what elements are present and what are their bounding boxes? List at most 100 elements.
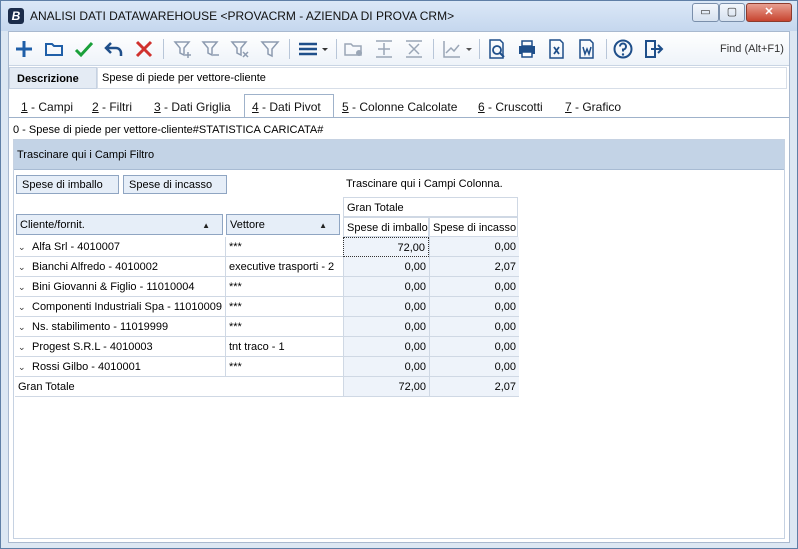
tab-key: 5 <box>342 100 349 114</box>
chevron-down-icon[interactable]: ⌄ <box>18 302 32 313</box>
value-incasso-cell[interactable]: 2,07 <box>429 257 519 277</box>
open-folder-icon[interactable] <box>43 38 65 60</box>
table-row[interactable]: ⌄ Progest S.R.L - 4010003 tnt traco - 1 0,0… <box>15 337 519 357</box>
row-cliente-cell[interactable]: ⌄ Bianchi Alfredo - 4010002 <box>15 257 225 277</box>
filter-add-icon[interactable] <box>172 38 194 60</box>
value-incasso-cell[interactable]: 0,00 <box>429 297 519 317</box>
grand-total-row: Gran Totale 72,00 2,07 <box>15 377 519 397</box>
data-field-spese-incasso[interactable]: Spese di incasso <box>123 175 227 194</box>
row-header-label: Vettore <box>230 219 265 231</box>
total-incasso-cell[interactable]: 2,07 <box>429 377 519 397</box>
table-row[interactable]: ⌄ Bini Giovanni & Figlio - 11010004 *** 0,0… <box>15 277 519 297</box>
print-preview-icon[interactable] <box>486 38 508 60</box>
row-vettore-cell[interactable]: *** <box>225 317 343 337</box>
menu-lines-icon[interactable] <box>297 38 331 60</box>
value-imballo-cell[interactable]: 0,00 <box>343 277 429 297</box>
close-button[interactable]: ✕ <box>746 3 792 22</box>
tab-colonne-calcolate[interactable]: 5 - Colonne Calcolate <box>342 97 457 117</box>
row-cliente-cell[interactable]: ⌄ Ns. stabilimento - 11019999 <box>15 317 225 337</box>
description-row: Descrizione Spese di piede per vettore-c… <box>9 67 789 89</box>
undo-icon[interactable] <box>103 38 125 60</box>
chevron-down-icon[interactable]: ⌄ <box>18 242 32 253</box>
value-imballo-cell[interactable]: 0,00 <box>343 357 429 377</box>
folder-settings-icon[interactable] <box>343 38 365 60</box>
remove-row-icon[interactable] <box>403 38 425 60</box>
filter-icon[interactable] <box>259 38 281 60</box>
row-vettore-cell[interactable]: *** <box>225 237 343 257</box>
chevron-down-icon[interactable]: ⌄ <box>18 262 32 273</box>
delete-x-icon[interactable] <box>133 38 155 60</box>
value-incasso-cell[interactable]: 0,00 <box>429 357 519 377</box>
tab-cruscotti[interactable]: 6 - Cruscotti <box>478 97 543 117</box>
confirm-check-icon[interactable] <box>73 38 95 60</box>
tab-label: - Grafico <box>571 100 622 114</box>
tab-filtri[interactable]: 2 - Filtri <box>92 97 132 117</box>
excel-export-icon[interactable] <box>546 38 568 60</box>
grand-total-header[interactable]: Gran Totale <box>343 197 518 217</box>
value-incasso-cell[interactable]: 0,00 <box>429 277 519 297</box>
chevron-down-icon[interactable]: ⌄ <box>18 322 32 333</box>
total-imballo-cell[interactable]: 72,00 <box>343 377 429 397</box>
row-cliente-cell[interactable]: ⌄ Componenti Industriali Spa - 11010009 <box>15 297 225 317</box>
tab-grafico[interactable]: 7 - Grafico <box>565 97 621 117</box>
filter-remove-icon[interactable] <box>200 38 222 60</box>
app-logo-icon: B <box>8 8 24 24</box>
maximize-button[interactable]: ▢ <box>719 3 745 22</box>
row-cliente-cell[interactable]: ⌄ Alfa Srl - 4010007 <box>15 237 225 257</box>
table-row[interactable]: ⌄ Ns. stabilimento - 11019999 *** 0,00 0,00 <box>15 317 519 337</box>
value-header-imballo[interactable]: Spese di imballo <box>343 217 429 237</box>
exit-icon[interactable] <box>642 38 664 60</box>
add-row-icon[interactable] <box>373 38 395 60</box>
status-text: 0 - Spese di piede per vettore-cliente#S… <box>13 124 324 136</box>
value-imballo-cell[interactable]: 0,00 <box>343 297 429 317</box>
cliente-label: Bianchi Alfredo - 4010002 <box>32 261 158 273</box>
row-vettore-cell[interactable]: executive trasporti - 2 <box>225 257 343 277</box>
data-field-spese-imballo[interactable]: Spese di imballo <box>16 175 119 194</box>
row-vettore-cell[interactable]: *** <box>225 357 343 377</box>
print-icon[interactable] <box>516 38 538 60</box>
row-header-vettore[interactable]: Vettore ▲ <box>226 214 340 235</box>
title-bar[interactable]: B ANALISI DATI DATAWAREHOUSE <PROVACRM -… <box>1 1 797 31</box>
value-incasso-cell[interactable]: 0,00 <box>429 337 519 357</box>
row-cliente-cell[interactable]: ⌄ Progest S.R.L - 4010003 <box>15 337 225 357</box>
table-row[interactable]: ⌄ Componenti Industriali Spa - 11010009 **… <box>15 297 519 317</box>
find-field[interactable]: Find (Alt+F1) <box>720 43 784 55</box>
filter-drop-text: Trascinare qui i Campi Filtro <box>17 149 155 161</box>
tab-campi[interactable]: 1 - Campi <box>21 97 73 117</box>
table-row[interactable]: ⌄ Bianchi Alfredo - 4010002 executive tras… <box>15 257 519 277</box>
row-vettore-cell[interactable]: tnt traco - 1 <box>225 337 343 357</box>
minimize-button[interactable]: ▭ <box>692 3 719 22</box>
chevron-down-icon[interactable]: ⌄ <box>18 342 32 353</box>
add-icon[interactable] <box>13 38 35 60</box>
row-cliente-cell[interactable]: ⌄ Bini Giovanni & Figlio - 11010004 <box>15 277 225 297</box>
chevron-down-icon[interactable]: ⌄ <box>18 282 32 293</box>
tab-dati-pivot[interactable]: 4 - Dati Pivot <box>244 94 334 118</box>
cliente-label: Componenti Industriali Spa - 11010009 <box>32 301 222 313</box>
row-vettore-cell[interactable]: *** <box>225 297 343 317</box>
row-vettore-cell[interactable]: *** <box>225 277 343 297</box>
description-input[interactable]: Spese di piede per vettore-cliente <box>97 67 787 89</box>
help-icon[interactable] <box>612 38 634 60</box>
row-header-cliente[interactable]: Cliente/fornit. ▲ <box>16 214 223 235</box>
value-imballo-cell[interactable]: 0,00 <box>343 257 429 277</box>
app-window: B ANALISI DATI DATAWAREHOUSE <PROVACRM -… <box>0 0 798 549</box>
tab-label: - Cruscotti <box>484 100 543 114</box>
value-incasso-cell[interactable]: 0,00 <box>429 237 519 257</box>
row-cliente-cell[interactable]: ⌄ Rossi Gilbo - 4010001 <box>15 357 225 377</box>
table-row[interactable]: ⌄ Rossi Gilbo - 4010001 *** 0,00 0,00 <box>15 357 519 377</box>
value-imballo-cell[interactable]: 0,00 <box>343 337 429 357</box>
tab-dati-griglia[interactable]: 3 - Dati Griglia <box>154 97 231 117</box>
chevron-down-icon[interactable]: ⌄ <box>18 362 32 373</box>
value-imballo-cell[interactable]: 72,00 <box>343 237 429 257</box>
value-incasso-cell[interactable]: 0,00 <box>429 317 519 337</box>
filter-drop-area[interactable]: Trascinare qui i Campi Filtro <box>14 140 784 170</box>
value-imballo-cell[interactable]: 0,00 <box>343 317 429 337</box>
chart-icon[interactable] <box>441 38 475 60</box>
word-export-icon[interactable] <box>576 38 598 60</box>
window-title: ANALISI DATI DATAWAREHOUSE <PROVACRM - A… <box>30 9 455 23</box>
column-drop-area[interactable]: Trascinare qui i Campi Colonna. <box>346 178 503 190</box>
filter-clear-icon[interactable] <box>229 38 251 60</box>
value-header-incasso[interactable]: Spese di incasso <box>429 217 518 237</box>
table-row[interactable]: ⌄ Alfa Srl - 4010007 *** 72,00 0,00 <box>15 237 519 257</box>
tab-key: 4 <box>252 100 259 114</box>
